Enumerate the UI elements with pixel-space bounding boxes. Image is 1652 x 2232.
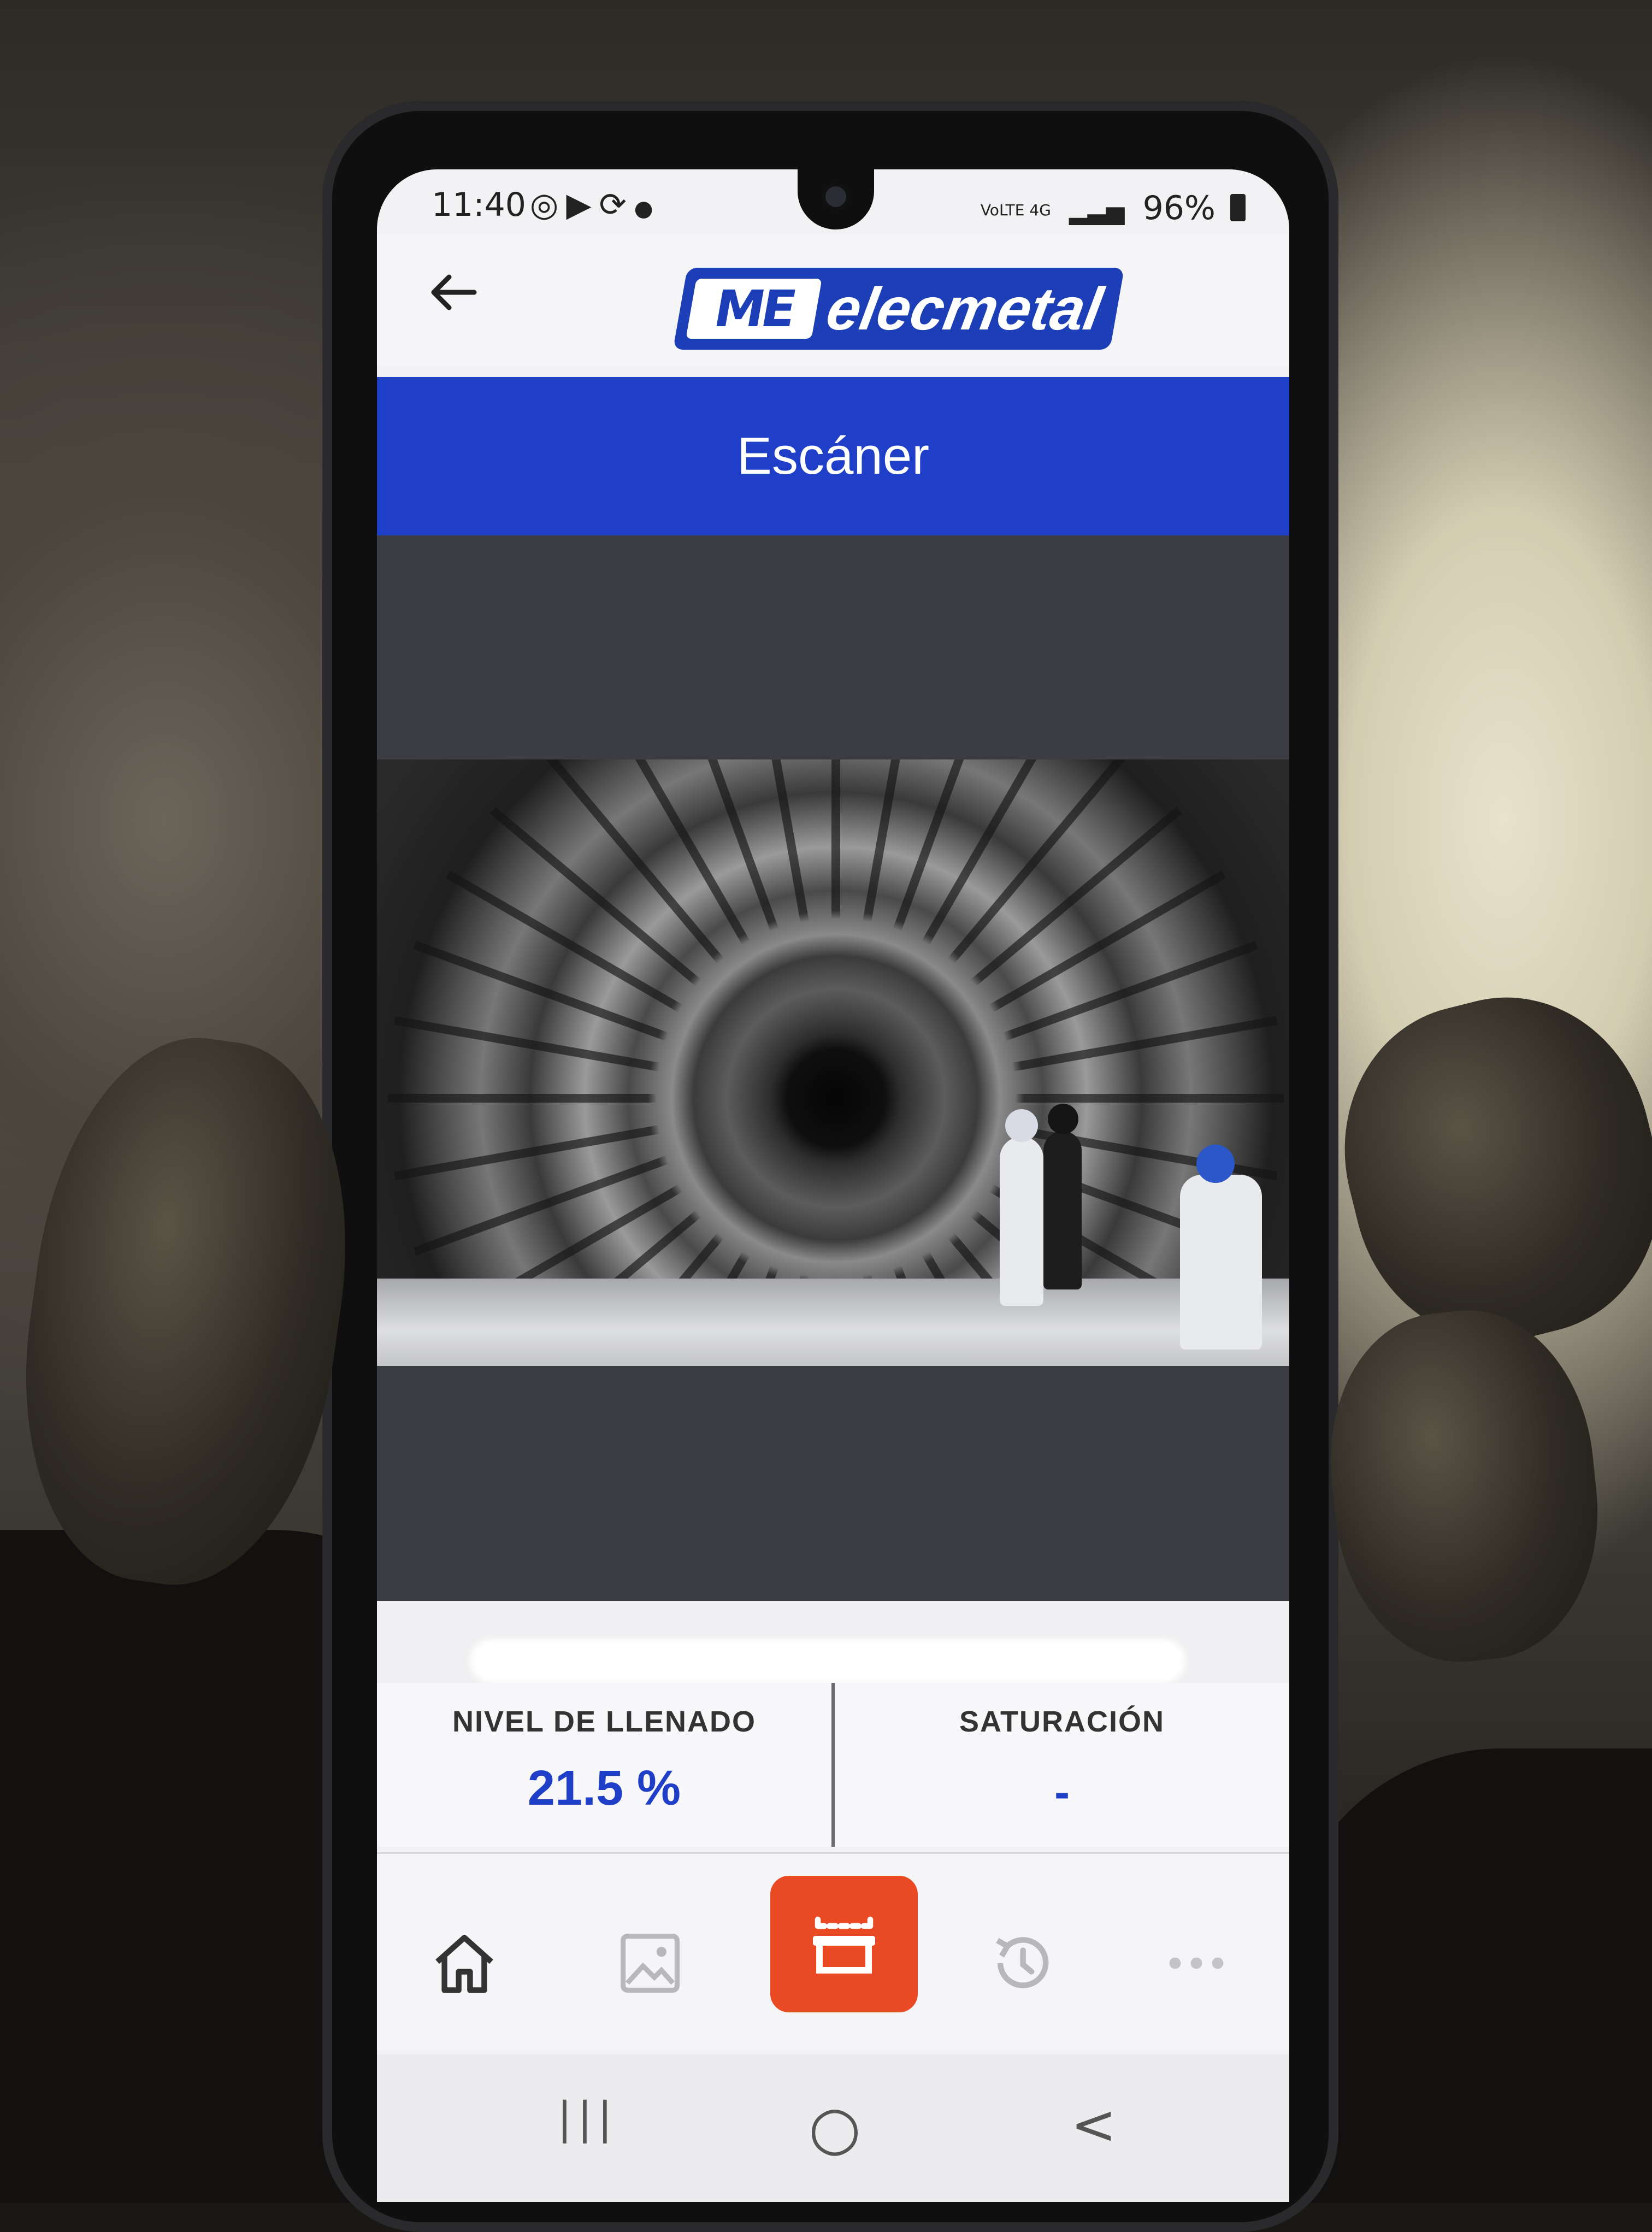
mill-floor xyxy=(377,1279,1289,1366)
saturation-value: - xyxy=(1054,1771,1070,1816)
arrow-left-icon xyxy=(431,274,477,310)
worker-figure xyxy=(1180,1175,1262,1350)
liner-spoke xyxy=(836,1094,1284,1103)
saturation-card: SATURACIÓN - xyxy=(831,1683,1289,1847)
whatsapp-icon: ◎ xyxy=(530,186,567,224)
system-navigation-bar: ||| ○ < xyxy=(377,2054,1289,2202)
back-button[interactable] xyxy=(426,265,481,329)
history-icon xyxy=(996,1937,1049,1988)
saturation-label: SATURACIÓN xyxy=(959,1705,1165,1738)
logo-text: elecmetal xyxy=(822,275,1108,343)
youtube-icon: ▶ xyxy=(566,186,599,224)
worker-helmet xyxy=(1048,1104,1078,1134)
back-system-button[interactable]: < xyxy=(1071,2093,1117,2157)
fill-level-label: NIVEL DE LLENADO xyxy=(452,1705,757,1738)
phone-screen: 11:40 ◎▶⟳● VoLTE 4G ▂▃▅ 96% ME elecmetal… xyxy=(377,169,1289,2202)
fill-level-value: 21.5 % xyxy=(527,1761,681,1816)
info-strip xyxy=(377,1601,1289,1683)
front-camera-icon xyxy=(822,183,849,210)
status-time: 11:40 xyxy=(432,186,526,224)
more-icon xyxy=(1169,1957,1224,1969)
gallery-icon xyxy=(621,1934,680,1993)
scan-image-area xyxy=(377,535,1289,1601)
fill-level-card: NIVEL DE LLENADO 21.5 % xyxy=(377,1683,831,1847)
title-bar: Escáner xyxy=(377,377,1289,535)
sync-icon: ⟳ xyxy=(599,186,634,224)
notification-icons: ◎▶⟳● xyxy=(530,186,661,224)
nav-home[interactable] xyxy=(410,1909,519,2018)
battery-level: 96% xyxy=(1142,189,1216,227)
nav-scanner[interactable] xyxy=(770,1876,918,2012)
status-right: VoLTE 4G ▂▃▅ 96% xyxy=(981,189,1246,227)
home-icon xyxy=(435,1935,493,1993)
home-system-button[interactable]: ○ xyxy=(809,2093,861,2163)
elecmetal-logo: ME elecmetal xyxy=(672,268,1125,350)
logo-mark: ME xyxy=(686,279,822,339)
liner-spoke xyxy=(388,1094,836,1103)
worker-helmet xyxy=(1005,1109,1038,1142)
bottom-navigation xyxy=(377,1852,1289,2051)
nav-gallery[interactable] xyxy=(595,1909,705,2018)
worker-figure xyxy=(1043,1131,1082,1289)
signal-icon: ▂▃▅ xyxy=(1069,197,1125,225)
nav-more[interactable] xyxy=(1142,1909,1251,2018)
front-camera-notch xyxy=(798,169,874,229)
liner-spoke xyxy=(831,759,840,1098)
app-header: ME elecmetal xyxy=(377,235,1289,366)
dot-icon: ● xyxy=(634,196,661,221)
redaction-bar xyxy=(470,1639,1185,1683)
recents-button[interactable]: ||| xyxy=(557,2093,618,2143)
scanner-icon xyxy=(813,1916,875,1974)
metrics-panel: NIVEL DE LLENADO 21.5 % SATURACIÓN - xyxy=(377,1683,1289,1847)
worker-helmet xyxy=(1196,1145,1235,1183)
nav-history[interactable] xyxy=(967,1909,1076,2018)
battery-icon xyxy=(1230,194,1246,221)
status-bar: 11:40 ◎▶⟳● VoLTE 4G ▂▃▅ 96% xyxy=(377,169,1289,235)
mill-interior-photo xyxy=(377,759,1289,1366)
worker-figure xyxy=(1000,1136,1043,1306)
page-title: Escáner xyxy=(736,427,930,485)
network-label: VoLTE 4G xyxy=(980,201,1051,219)
